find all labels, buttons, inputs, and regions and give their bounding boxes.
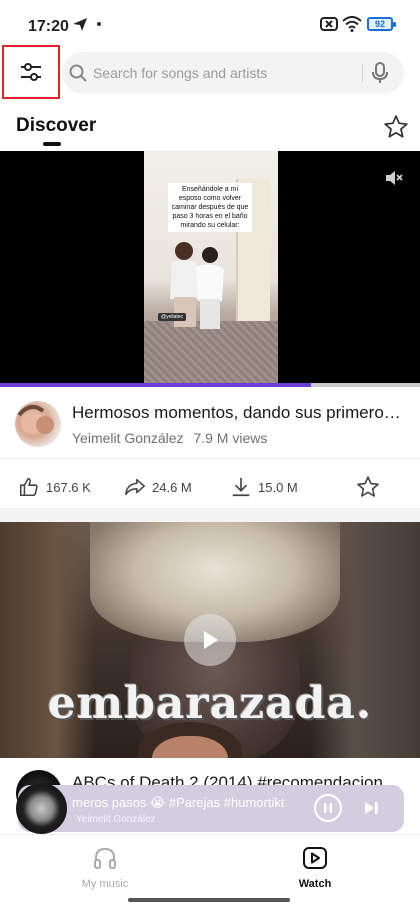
- channel-name[interactable]: Yeimelit González: [72, 430, 184, 446]
- play-square-icon: [303, 847, 327, 869]
- microphone-icon[interactable]: [371, 62, 389, 84]
- video-meta: Yeimelit González 7.9 M views: [72, 430, 267, 446]
- filter-button[interactable]: [2, 45, 60, 99]
- share-button[interactable]: 24.6 M: [124, 476, 192, 498]
- headphones-icon: [94, 847, 116, 869]
- no-sim-icon: [320, 17, 338, 31]
- video-player[interactable]: Enseñándole a mi esposo como volver cami…: [0, 151, 420, 383]
- mini-player-artwork[interactable]: [16, 783, 67, 834]
- divider: [0, 458, 420, 459]
- nav-my-music-label: My music: [81, 878, 129, 890]
- mute-icon[interactable]: [384, 169, 404, 187]
- video-frame: Enseñándole a mi esposo como volver cami…: [144, 151, 278, 383]
- notification-dot-icon: [97, 22, 101, 26]
- sliders-icon: [21, 63, 41, 81]
- mini-player-title: meros pasos 😭 #Parejas #humortikt: [72, 795, 285, 810]
- channel-avatar[interactable]: [15, 401, 61, 447]
- avatar-image: [17, 404, 54, 434]
- download-count: 15.0 M: [258, 479, 298, 495]
- share-count: 24.6 M: [152, 479, 192, 495]
- video-progress-fill: [0, 383, 311, 387]
- pause-icon: [324, 803, 332, 813]
- skip-next-icon[interactable]: [362, 799, 380, 817]
- nav-my-music[interactable]: My music: [55, 845, 155, 890]
- status-time: 17:20: [28, 18, 69, 35]
- search-input[interactable]: Search for songs and artists: [62, 52, 404, 94]
- video-thumbnail[interactable]: embarazada.: [0, 522, 420, 758]
- video-caption: Enseñándole a mi esposo como volver cami…: [168, 183, 252, 232]
- home-indicator: [128, 898, 290, 902]
- video-watermark: @yeliatec: [158, 313, 187, 321]
- nav-watch-label: Watch: [298, 878, 332, 890]
- search-icon: [69, 64, 87, 82]
- battery-icon: 92: [367, 17, 396, 31]
- nav-watch[interactable]: Watch: [265, 845, 365, 890]
- share-arrow-icon: [125, 478, 145, 496]
- send-icon: [73, 18, 87, 31]
- wifi-icon: [342, 16, 362, 32]
- play-button[interactable]: [184, 614, 236, 666]
- star-icon[interactable]: [383, 114, 409, 140]
- tab-indicator: [43, 142, 61, 146]
- section-separator: [0, 508, 420, 522]
- status-bar: 17:20 92: [0, 0, 420, 50]
- thumbs-up-icon: [19, 477, 38, 497]
- mini-player[interactable]: meros pasos 😭 #Parejas #humortikt Yeimel…: [16, 783, 404, 834]
- video-progress-bar[interactable]: [0, 383, 420, 387]
- search-divider: [362, 64, 363, 82]
- search-placeholder: Search for songs and artists: [93, 65, 268, 81]
- like-count: 167.6 K: [46, 479, 91, 495]
- view-count: 7.9 M views: [193, 430, 268, 446]
- download-icon: [232, 477, 250, 497]
- video-title[interactable]: Hermosos momentos, dando sus primeros p.…: [72, 403, 402, 423]
- like-button[interactable]: 167.6 K: [18, 476, 91, 498]
- thumbnail-overlay-text: embarazada.: [47, 678, 373, 729]
- play-icon: [204, 631, 218, 649]
- download-button[interactable]: 15.0 M: [230, 476, 298, 498]
- page-title[interactable]: Discover: [16, 115, 96, 137]
- favorite-star-icon[interactable]: [356, 475, 380, 499]
- mini-player-artist: Yeimelit González: [76, 814, 156, 825]
- pause-button[interactable]: [314, 794, 342, 822]
